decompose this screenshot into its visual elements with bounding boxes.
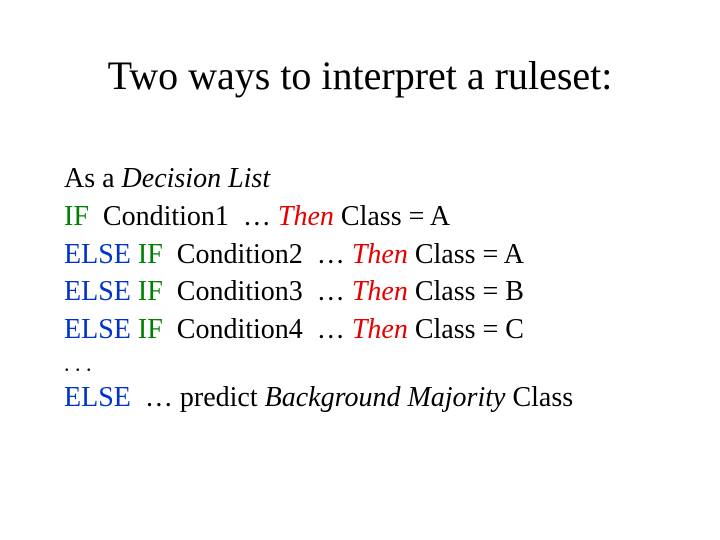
keyword-if: IF	[64, 201, 89, 232]
line-rule-3: ELSE IF Condition3 … Then Class = B	[64, 273, 672, 311]
text-class: Class	[505, 382, 573, 413]
text-decision-list: Decision List	[122, 163, 271, 194]
keyword-then: Then	[352, 314, 408, 345]
keyword-if: IF	[131, 314, 163, 345]
line-heading: As a Decision List	[64, 160, 672, 198]
keyword-else: ELSE	[64, 276, 131, 307]
text-class: Class = C	[408, 314, 524, 345]
slide-body: As a Decision List IF Condition1 … Then …	[64, 160, 672, 416]
keyword-then: Then	[278, 201, 334, 232]
text-background-majority: Background Majority	[265, 382, 506, 413]
text-condition: Condition3 …	[163, 276, 352, 307]
text-as: As a	[64, 163, 122, 194]
line-else-final: ELSE … predict Background Majority Class	[64, 379, 672, 417]
text-class: Class = A	[334, 201, 450, 232]
slide: Two ways to interpret a ruleset: As a De…	[0, 0, 720, 540]
keyword-then: Then	[352, 239, 408, 270]
line-rule-2: ELSE IF Condition2 … Then Class = A	[64, 236, 672, 274]
line-ellipsis: . . .	[64, 349, 672, 379]
line-rule-1: IF Condition1 … Then Class = A	[64, 198, 672, 236]
text-condition: Condition4 …	[163, 314, 352, 345]
keyword-if: IF	[131, 239, 163, 270]
keyword-then: Then	[352, 276, 408, 307]
text-condition: Condition2 …	[163, 239, 352, 270]
slide-title: Two ways to interpret a ruleset:	[0, 52, 720, 99]
line-rule-4: ELSE IF Condition4 … Then Class = C	[64, 311, 672, 349]
text-condition: Condition1 …	[89, 201, 278, 232]
keyword-else: ELSE	[64, 314, 131, 345]
keyword-else: ELSE	[64, 239, 131, 270]
text-class: Class = A	[408, 239, 524, 270]
text-class: Class = B	[408, 276, 524, 307]
keyword-if: IF	[131, 276, 163, 307]
text-predict: … predict	[131, 382, 265, 413]
keyword-else: ELSE	[64, 382, 131, 413]
